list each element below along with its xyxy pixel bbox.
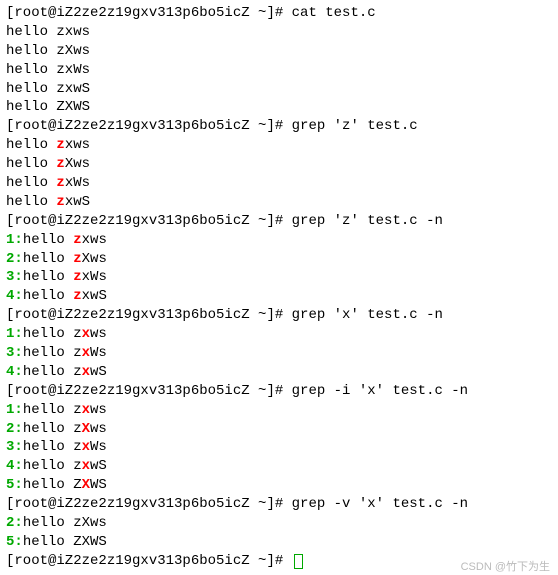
watermark-text: CSDN @竹下为生 [461, 560, 550, 575]
cursor [294, 554, 303, 569]
output-line: 3:hello zxWs [6, 344, 552, 363]
output-line: 4:hello zxwS [6, 457, 552, 476]
output-line: hello zXws [6, 155, 552, 174]
output-line: 4:hello zxwS [6, 287, 552, 306]
output-line: 1:hello zxws [6, 325, 552, 344]
prompt-line: [root@iZ2ze2z19gxv313p6bo5icZ ~]# grep '… [6, 306, 552, 325]
output-line: hello zxws [6, 23, 552, 42]
output-line: hello zxws [6, 136, 552, 155]
prompt-line: [root@iZ2ze2z19gxv313p6bo5icZ ~]# grep '… [6, 212, 552, 231]
output-line: hello zxWs [6, 61, 552, 80]
output-line: 3:hello zxWs [6, 268, 552, 287]
output-line: 2:hello zXws [6, 514, 552, 533]
output-line: hello zxWs [6, 174, 552, 193]
output-line: 5:hello ZXWS [6, 533, 552, 552]
output-line: 1:hello zxws [6, 401, 552, 420]
prompt-line: [root@iZ2ze2z19gxv313p6bo5icZ ~]# grep -… [6, 495, 552, 514]
output-line: 2:hello zXws [6, 250, 552, 269]
output-line: 1:hello zxws [6, 231, 552, 250]
prompt-line: [root@iZ2ze2z19gxv313p6bo5icZ ~]# grep '… [6, 117, 552, 136]
prompt-line: [root@iZ2ze2z19gxv313p6bo5icZ ~]# cat te… [6, 4, 552, 23]
terminal-output: [root@iZ2ze2z19gxv313p6bo5icZ ~]# cat te… [6, 4, 552, 571]
output-line: hello zXws [6, 42, 552, 61]
output-line: 5:hello ZXWS [6, 476, 552, 495]
output-line: hello zxwS [6, 193, 552, 212]
output-line: hello ZXWS [6, 98, 552, 117]
output-line: 3:hello zxWs [6, 438, 552, 457]
prompt-line: [root@iZ2ze2z19gxv313p6bo5icZ ~]# grep -… [6, 382, 552, 401]
output-line: hello zxwS [6, 80, 552, 99]
output-line: 2:hello zXws [6, 420, 552, 439]
output-line: 4:hello zxwS [6, 363, 552, 382]
